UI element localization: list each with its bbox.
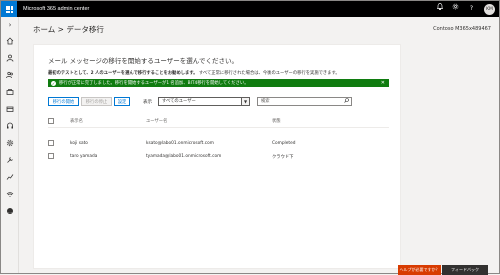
gear-icon[interactable] bbox=[452, 1, 459, 17]
banner-text: 移行が正常に完了しました。移行を開始するユーザーが1 名追加、BIT4移行を開始… bbox=[59, 81, 249, 86]
table-row[interactable]: koji sato ksato@labo01.onmicrosoft.com C… bbox=[48, 140, 389, 150]
app-window: Microsoft 365 admin center ? KM › … ホーム … bbox=[0, 0, 500, 275]
subtitle-bold: 最初のテストとして、2 人のユーザーを選んで移行することをお勧めします。 bbox=[48, 71, 198, 76]
headset-icon[interactable] bbox=[5, 122, 15, 132]
column-status[interactable]: 状態 bbox=[272, 118, 281, 124]
stop-migration-button[interactable]: 移行の停止 bbox=[81, 97, 112, 106]
home-icon[interactable] bbox=[5, 37, 15, 47]
table-header: 表示名 ユーザー名 状態 bbox=[48, 118, 389, 126]
chevron-right-icon[interactable]: › bbox=[5, 20, 15, 30]
row-display-name: taro yamada bbox=[70, 154, 98, 159]
top-bar-actions: ? KM bbox=[436, 1, 495, 17]
card-subtitle: 最初のテストとして、2 人のユーザーを選んで移行することをお勧めします。 すべて… bbox=[48, 70, 340, 76]
card-title: メール メッセージの移行を開始するユーザーを選んでください。 bbox=[48, 57, 238, 65]
waffle-icon bbox=[5, 5, 13, 13]
bell-icon[interactable] bbox=[436, 1, 443, 17]
row-display-name: koji sato bbox=[70, 141, 88, 146]
feedback-button-label: フィードバック bbox=[451, 267, 479, 272]
row-checkbox[interactable] bbox=[48, 153, 54, 159]
help-button-label: ヘルプが必要ですか？ bbox=[399, 267, 440, 272]
settings-icon[interactable] bbox=[5, 139, 15, 149]
subtitle-rest: すべて正常に移行された場合は、今後のユーザーの移行を実施できます。 bbox=[197, 71, 340, 76]
chevron-down-icon: ▼ bbox=[241, 98, 249, 105]
app-title: Microsoft 365 admin center bbox=[23, 6, 90, 12]
select-all-checkbox[interactable] bbox=[48, 118, 54, 124]
help-icon[interactable]: ? bbox=[468, 1, 475, 17]
row-user-name: ksato@labo01.onmicrosoft.com bbox=[146, 141, 214, 146]
close-icon[interactable]: ✕ bbox=[381, 79, 385, 87]
success-banner: ✓ 移行が正常に完了しました。移行を開始するユーザーが1 名追加、BIT4移行を… bbox=[48, 79, 389, 87]
chart-icon[interactable] bbox=[5, 173, 15, 183]
page-title: ホーム > データ移行 bbox=[33, 25, 104, 34]
search-placeholder: 検索 bbox=[261, 99, 270, 104]
health-icon[interactable] bbox=[5, 190, 15, 200]
column-display-name[interactable]: 表示名 bbox=[70, 118, 83, 124]
view-filter-value: すべてのユーザー bbox=[162, 99, 196, 104]
header-divider bbox=[48, 127, 389, 128]
top-bar: Microsoft 365 admin center ? KM bbox=[1, 1, 499, 17]
search-input[interactable]: 検索 bbox=[257, 97, 352, 106]
checkmark-icon: ✓ bbox=[51, 80, 56, 86]
key-icon[interactable] bbox=[5, 88, 15, 98]
users-icon[interactable] bbox=[5, 71, 15, 81]
wrench-icon[interactable] bbox=[5, 156, 15, 166]
avatar[interactable]: KM bbox=[484, 3, 495, 15]
admin-centers-icon[interactable]: … bbox=[5, 207, 15, 217]
column-user-name[interactable]: ユーザー名 bbox=[146, 118, 167, 124]
billing-icon[interactable] bbox=[5, 105, 15, 115]
app-launcher-button[interactable] bbox=[1, 1, 17, 17]
row-status: クラウド下 bbox=[272, 155, 294, 160]
settings-button[interactable]: 設定 bbox=[114, 97, 130, 106]
row-status: Completed bbox=[272, 141, 296, 146]
start-migration-button[interactable]: 移行の開始 bbox=[48, 97, 79, 106]
row-user-name: tyamada@labo01.onmicrosoft.com bbox=[146, 154, 222, 159]
view-filter-select[interactable]: すべてのユーザー ▼ bbox=[158, 97, 250, 106]
user-icon[interactable] bbox=[5, 54, 15, 64]
row-checkbox[interactable] bbox=[48, 140, 54, 146]
tenant-name: Contoso M365x489467 bbox=[433, 26, 491, 32]
migration-card: メール メッセージの移行を開始するユーザーを選んでください。 最初のテストとして… bbox=[33, 44, 401, 269]
view-label: 表示 bbox=[143, 100, 152, 105]
left-nav-rail: › … bbox=[1, 17, 19, 273]
search-icon bbox=[344, 98, 349, 106]
svg-text:…: … bbox=[8, 209, 12, 214]
table-row[interactable]: taro yamada tyamada@labo01.onmicrosoft.c… bbox=[48, 153, 389, 163]
